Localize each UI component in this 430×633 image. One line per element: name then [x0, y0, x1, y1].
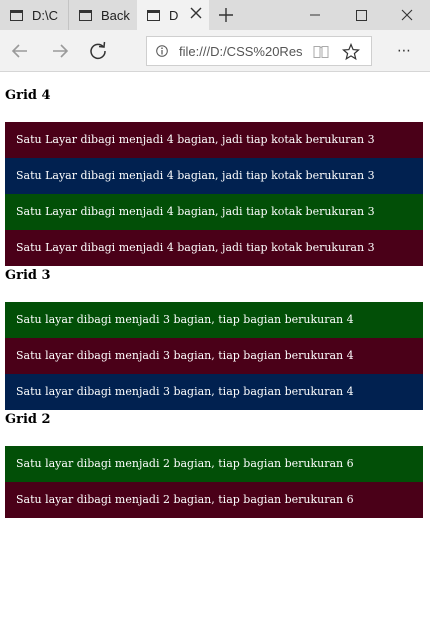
tab-2-label: Back [101, 7, 130, 23]
address-field[interactable]: file:///D:/CSS%20Res [146, 36, 372, 66]
close-window-icon[interactable] [384, 0, 430, 30]
section-heading: Grid 3 [5, 268, 51, 283]
grid-box: Satu layar dibagi menjadi 2 bagian, tiap… [5, 482, 423, 518]
page-content: Grid 4 Satu Layar dibagi menjadi 4 bagian… [5, 72, 423, 518]
grid-box: Satu layar dibagi menjadi 3 bagian, tiap… [5, 302, 423, 338]
grid-section: Satu Layar dibagi menjadi 4 bagian, jadi… [5, 122, 423, 266]
new-tab-icon[interactable] [218, 7, 234, 23]
tab-1-label: D:\C [32, 7, 58, 23]
tab-1[interactable]: D:\C [0, 0, 68, 30]
page-icon [10, 9, 23, 21]
info-icon[interactable] [156, 45, 168, 57]
address-toolbar: file:///D:/CSS%20Res ⋯ [0, 30, 430, 72]
favorite-star-icon[interactable] [342, 43, 360, 61]
close-tab-icon[interactable] [189, 6, 203, 20]
reading-view-icon[interactable] [313, 45, 329, 59]
grid-box: Satu layar dibagi menjadi 3 bagian, tiap… [5, 338, 423, 374]
refresh-icon[interactable] [86, 39, 110, 63]
grid-box: Satu Layar dibagi menjadi 4 bagian, jadi… [5, 122, 423, 158]
page-icon [147, 9, 160, 21]
tab-bar: D:\C Back D [0, 0, 430, 30]
minimize-icon[interactable] [292, 0, 338, 30]
grid-section: Satu layar dibagi menjadi 3 bagian, tiap… [5, 302, 423, 410]
grid-section: Satu layar dibagi menjadi 2 bagian, tiap… [5, 446, 423, 518]
grid-box: Satu layar dibagi menjadi 3 bagian, tiap… [5, 374, 423, 410]
grid-box: Satu Layar dibagi menjadi 4 bagian, jadi… [5, 194, 423, 230]
forward-arrow-icon[interactable] [48, 39, 72, 63]
grid-box: Satu Layar dibagi menjadi 4 bagian, jadi… [5, 158, 423, 194]
page-icon [79, 9, 92, 21]
more-options-icon[interactable]: ⋯ [397, 43, 417, 59]
grid-box: Satu Layar dibagi menjadi 4 bagian, jadi… [5, 230, 423, 266]
grid-box: Satu layar dibagi menjadi 2 bagian, tiap… [5, 446, 423, 482]
tab-active-label: D [169, 7, 179, 23]
url-text: file:///D:/CSS%20Res [179, 44, 303, 59]
back-arrow-icon[interactable] [8, 39, 32, 63]
maximize-icon[interactable] [338, 0, 384, 30]
section-heading: Grid 4 [5, 88, 51, 103]
tab-active[interactable]: D [137, 0, 209, 30]
section-heading: Grid 2 [5, 412, 51, 427]
tab-2[interactable]: Back [68, 0, 136, 30]
